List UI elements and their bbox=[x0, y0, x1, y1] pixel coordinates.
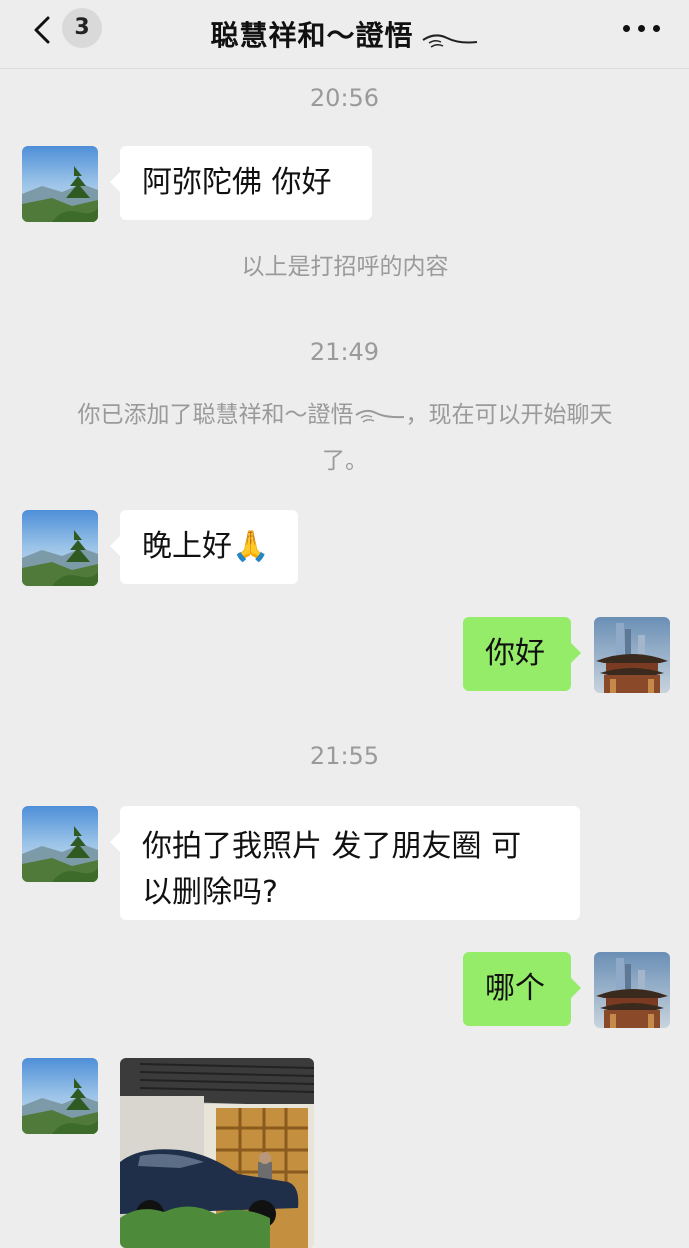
temple-avatar bbox=[594, 952, 670, 1028]
system-text-before: 你已添加了聪慧祥和～證悟 bbox=[77, 402, 354, 428]
temple-avatar bbox=[594, 617, 670, 693]
contact-avatar[interactable] bbox=[22, 1058, 98, 1134]
message-text: 晚上好🙏 bbox=[142, 529, 270, 564]
message-text-line: 你拍了我照片 发了朋友圈 可 bbox=[142, 829, 522, 864]
system-notice-added: 你已添加了聪慧祥和～證悟 ，现在可以开始聊天了。 bbox=[60, 392, 630, 484]
wave-symbol-icon bbox=[421, 33, 477, 48]
outgoing-message-bubble[interactable]: 哪个 bbox=[463, 952, 581, 1026]
chat-title: 聪慧祥和～證悟 bbox=[210, 19, 414, 52]
system-notice: 以上是打招呼的内容 bbox=[241, 254, 449, 280]
incoming-message-bubble[interactable]: 晚上好🙏 bbox=[110, 510, 298, 584]
chat-title-wrap: 聪慧祥和～證悟 bbox=[0, 14, 689, 54]
message-text: 你好 bbox=[485, 636, 545, 671]
message-text: 阿弥陀佛 你好 bbox=[142, 165, 332, 200]
wave-symbol-icon bbox=[354, 409, 404, 423]
outgoing-message-bubble[interactable]: 你好 bbox=[463, 617, 581, 691]
incoming-message-bubble[interactable]: 你拍了我照片 发了朋友圈 可 以删除吗? bbox=[110, 806, 580, 920]
my-avatar[interactable] bbox=[594, 617, 670, 693]
landscape-avatar bbox=[22, 1058, 98, 1134]
timestamp: 21:55 bbox=[309, 742, 380, 770]
dot-icon bbox=[653, 25, 660, 32]
landscape-avatar bbox=[22, 806, 98, 882]
landscape-avatar bbox=[22, 510, 98, 586]
more-options-button[interactable] bbox=[623, 22, 663, 36]
contact-avatar[interactable] bbox=[22, 146, 98, 222]
contact-avatar[interactable] bbox=[22, 510, 98, 586]
contact-avatar[interactable] bbox=[22, 806, 98, 882]
message-text: 哪个 bbox=[485, 971, 545, 1006]
dot-icon bbox=[623, 25, 630, 32]
incoming-message-bubble[interactable]: 阿弥陀佛 你好 bbox=[110, 146, 372, 220]
landscape-avatar bbox=[22, 146, 98, 222]
timestamp: 20:56 bbox=[309, 84, 380, 112]
photo-temple-car-image bbox=[120, 1058, 314, 1248]
my-avatar[interactable] bbox=[594, 952, 670, 1028]
chat-header: 3 聪慧祥和～證悟 bbox=[0, 0, 689, 69]
message-text-line: 以删除吗? bbox=[142, 875, 278, 910]
timestamp: 21:49 bbox=[309, 338, 380, 366]
dot-icon bbox=[638, 25, 645, 32]
image-message[interactable] bbox=[120, 1058, 314, 1248]
